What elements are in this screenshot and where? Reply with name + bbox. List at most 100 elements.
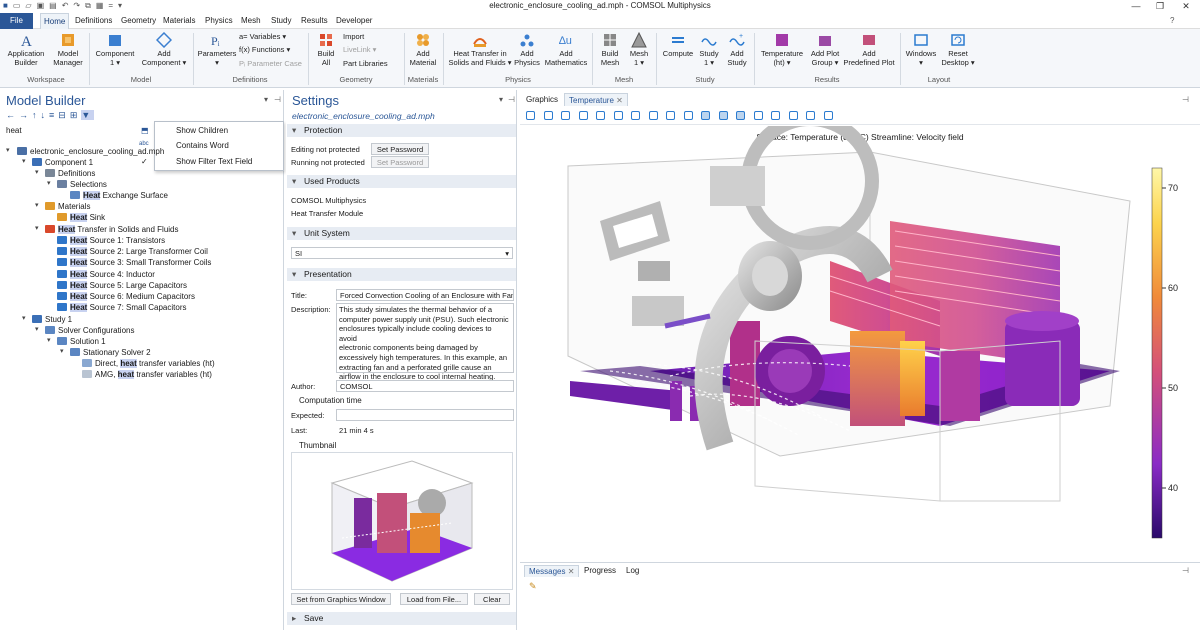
title-input[interactable]: Forced Convection Cooling of an Enclosur… [336, 289, 514, 301]
author-input[interactable]: COMSOL [336, 380, 514, 392]
tree-node[interactable]: Solution 1 [57, 336, 106, 347]
view-yz-icon[interactable] [648, 111, 658, 120]
tab-mesh[interactable]: Mesh [238, 13, 264, 29]
tab-temperature[interactable]: Temperature ✕ [564, 93, 628, 106]
add-mathematics-button[interactable]: ∆u Add Mathematics [544, 32, 588, 67]
tree-node[interactable]: Heat Source 3: Small Transformer Coils [57, 257, 211, 268]
expand-icon[interactable]: ⊞ [70, 110, 82, 120]
tree-filter-input[interactable]: heat [4, 125, 154, 136]
tree-expander-icon[interactable]: ▾ [6, 146, 10, 154]
functions-button[interactable]: f(x) Functions ▾ [239, 45, 290, 54]
build-all-button[interactable]: Build All [312, 32, 340, 67]
livelink-button[interactable]: LiveLink ▾ [343, 45, 376, 54]
section-unit-system[interactable]: Unit System [287, 227, 516, 240]
set-password-button-disabled[interactable]: Set Password [371, 156, 429, 168]
import-button[interactable]: Import [343, 32, 364, 41]
temperature-plot-button[interactable]: Temperature (ht) ▾ [757, 32, 807, 67]
add-predefined-plot-button[interactable]: Add Predefined Plot [842, 32, 896, 67]
tree-expander-icon[interactable]: ▾ [47, 179, 51, 187]
tab-definitions[interactable]: Definitions [72, 13, 115, 29]
tab-messages[interactable]: Messages ✕ [524, 565, 580, 577]
tab-study[interactable]: Study [268, 13, 294, 29]
pin-icon[interactable]: ⊣ [274, 95, 281, 104]
tab-materials[interactable]: Materials [160, 13, 198, 29]
unit-system-select[interactable]: SI ▾ [291, 247, 513, 259]
render-icon[interactable] [788, 111, 798, 120]
clear-messages-icon[interactable]: ✎ [529, 581, 537, 592]
collapse-icon[interactable]: ⊟ [58, 110, 70, 120]
move-down-icon[interactable]: ↓ [41, 110, 50, 120]
close-icon[interactable]: ✕ [568, 567, 575, 576]
add-study-button[interactable]: + Add Study [724, 32, 750, 67]
tree-node[interactable]: Study 1 [32, 314, 72, 325]
axis-icon[interactable] [613, 111, 623, 120]
compute-button[interactable]: Compute [660, 32, 696, 59]
view-xy-icon[interactable] [631, 111, 640, 120]
parameters-button[interactable]: Pᵢ Parameters ▾ [196, 32, 238, 67]
tree-node[interactable]: Selections [57, 179, 107, 190]
section-presentation[interactable]: Presentation [287, 268, 516, 281]
set-password-button[interactable]: Set Password [371, 143, 429, 155]
add-plot-group-button[interactable]: Add Plot Group ▾ [808, 32, 842, 67]
tree-expander-icon[interactable]: ▾ [22, 314, 26, 322]
heat-transfer-button[interactable]: Heat Transfer in Solids and Fluids ▾ [447, 32, 513, 67]
help-icon[interactable]: ? [1170, 16, 1174, 25]
menu-item-show-children[interactable]: Show Children [176, 126, 228, 135]
add-component-button[interactable]: Add Component ▾ [140, 32, 188, 67]
pin-icon[interactable]: ⊣ [1182, 95, 1189, 104]
transparency-icon[interactable] [701, 111, 710, 120]
model-manager-button[interactable]: Model Manager [50, 32, 86, 67]
menu-item-contains-word[interactable]: Contains Word [176, 141, 229, 150]
tree-expander-icon[interactable]: ▾ [22, 157, 26, 165]
back-icon[interactable]: ← [6, 110, 19, 120]
zoom-out-icon[interactable] [543, 111, 553, 120]
graphics-window[interactable]: Surface: Temperature (deg C) Streamline:… [520, 126, 1200, 560]
expected-input[interactable] [336, 409, 514, 421]
pin-icon[interactable]: ⊣ [1182, 566, 1189, 575]
tab-results[interactable]: Results [298, 13, 331, 29]
chevron-down-icon[interactable]: ▾ [264, 95, 268, 104]
tree-node[interactable]: Heat Transfer in Solids and Fluids [45, 224, 179, 235]
clear-button[interactable]: Clear [474, 593, 510, 605]
tree-node[interactable]: Heat Exchange Surface [70, 190, 168, 201]
section-protection[interactable]: Protection [287, 124, 516, 137]
rotate-icon[interactable] [596, 111, 605, 120]
tree-node[interactable]: Heat Sink [57, 212, 105, 223]
tree-toolbar[interactable]: ←→↑↓≡⊟⊞▼ [6, 110, 95, 121]
select-icon[interactable] [736, 111, 745, 120]
component-button[interactable]: Component 1 ▾ [93, 32, 137, 67]
part-libraries-button[interactable]: Part Libraries [343, 59, 388, 68]
build-mesh-button[interactable]: Build Mesh [597, 32, 623, 67]
parameter-case-button[interactable]: Pᵢ Parameter Case [239, 59, 302, 68]
add-physics-button[interactable]: Add Physics [514, 32, 540, 67]
forward-icon[interactable]: → [19, 110, 32, 120]
load-from-file-button[interactable]: Load from File... [400, 593, 468, 605]
tree-node[interactable]: Definitions [45, 168, 95, 179]
camera-icon[interactable] [806, 111, 815, 120]
scene-light-icon[interactable] [683, 111, 693, 120]
tree-node[interactable]: Stationary Solver 2 [70, 347, 151, 358]
set-from-graphics-button[interactable]: Set from Graphics Window [291, 593, 391, 605]
study-1-button[interactable]: Study 1 ▾ [698, 32, 720, 67]
show-icon[interactable]: ≡ [49, 110, 58, 120]
variables-button[interactable]: a= Variables ▾ [239, 32, 286, 41]
tree-node[interactable]: Heat Source 2: Large Transformer Coil [57, 246, 208, 257]
maximize-button[interactable]: ❐ [1148, 0, 1172, 13]
section-used-products[interactable]: Used Products [287, 175, 516, 188]
tab-log[interactable]: Log [622, 565, 643, 577]
menu-item-show-filter-text-field[interactable]: Show Filter Text Field [176, 157, 252, 166]
tab-graphics[interactable]: Graphics [522, 93, 562, 106]
zoom-in-icon[interactable] [526, 111, 535, 120]
tree-node[interactable]: Heat Source 5: Large Capacitors [57, 280, 187, 291]
tree-node[interactable]: Solver Configurations [45, 325, 134, 336]
move-up-icon[interactable]: ↑ [32, 110, 41, 120]
view-zx-icon[interactable] [666, 111, 675, 120]
tree-node[interactable]: Heat Source 6: Medium Capacitors [57, 291, 195, 302]
tree-node[interactable]: Heat Source 1: Transistors [57, 235, 165, 246]
chevron-down-icon[interactable]: ▾ [499, 95, 503, 104]
tab-physics[interactable]: Physics [202, 13, 236, 29]
wireframe-icon[interactable] [718, 111, 728, 120]
minimize-button[interactable]: — [1124, 0, 1148, 13]
tree-node[interactable]: Materials [45, 201, 90, 212]
reset-desktop-button[interactable]: Reset Desktop ▾ [940, 32, 976, 67]
